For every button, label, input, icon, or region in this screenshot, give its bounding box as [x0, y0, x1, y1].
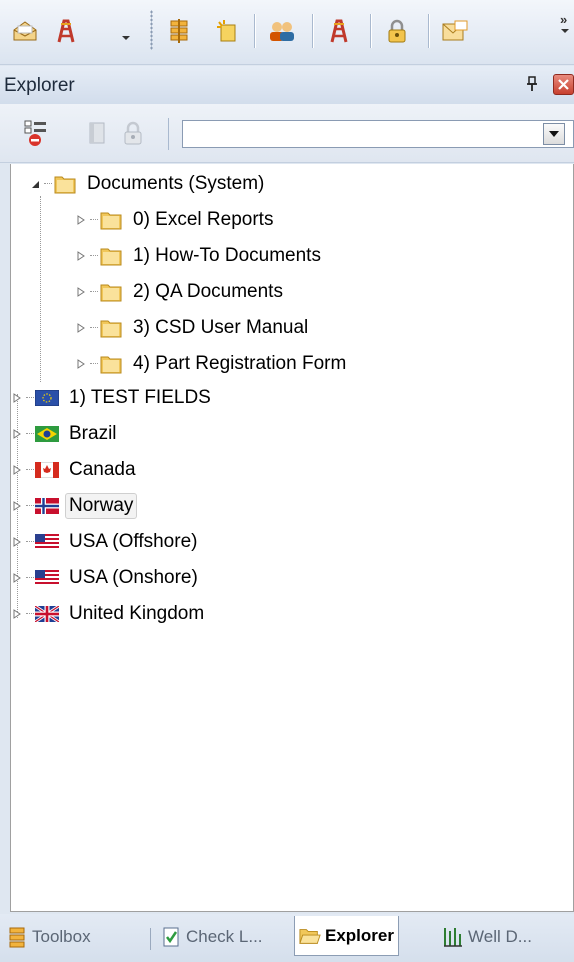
- tab-label: Well D...: [468, 927, 532, 946]
- tab-explorer[interactable]: Explorer: [294, 916, 399, 956]
- tree-label: 1) TEST FIELDS: [69, 387, 211, 408]
- collapsed-triangle-icon[interactable]: [75, 286, 87, 298]
- collapsed-triangle-icon[interactable]: [11, 428, 23, 440]
- envelope-open-icon[interactable]: [8, 14, 42, 48]
- collapsed-triangle-icon[interactable]: [75, 358, 87, 370]
- collapsed-triangle-icon[interactable]: [11, 572, 23, 584]
- pin-icon[interactable]: [524, 76, 540, 92]
- tree-label: 4) Part Registration Form: [133, 353, 347, 374]
- rig-red-icon[interactable]: [46, 14, 86, 48]
- tree-label: Norway: [65, 493, 138, 519]
- tree-node-part-registration-form[interactable]: 4) Part Registration Form: [75, 348, 350, 380]
- tree-node-documents-system[interactable]: Documents (System): [29, 168, 268, 200]
- usa-flag-icon: [35, 532, 59, 552]
- well-icon: [442, 926, 464, 948]
- tree-node-brazil[interactable]: Brazil: [11, 418, 121, 450]
- tab-label: Check L...: [186, 927, 263, 946]
- usa-flag-icon: [35, 568, 59, 588]
- collapsed-triangle-icon[interactable]: [75, 250, 87, 262]
- tree-label: USA (Onshore): [69, 567, 198, 588]
- eu-flag-icon: [35, 388, 59, 408]
- rig-icon[interactable]: [322, 14, 356, 48]
- folder-icon: [99, 354, 123, 374]
- norway-flag-icon: [35, 496, 59, 516]
- tree-label: 3) CSD User Manual: [133, 317, 309, 338]
- tree-label: 1) How-To Documents: [133, 245, 321, 266]
- folder-icon: [99, 246, 123, 266]
- collapsed-triangle-icon[interactable]: [11, 464, 23, 476]
- tree-label: 2) QA Documents: [133, 281, 283, 302]
- explorer-panel-header: Explorer: [0, 66, 574, 105]
- tree-node-united-kingdom[interactable]: United Kingdom: [11, 598, 208, 630]
- explorer-tree[interactable]: Documents (System) 0) Excel Reports 1) H…: [10, 164, 574, 912]
- tab-label: Explorer: [325, 925, 394, 945]
- panel-tab-strip: Toolbox Check L... Explorer Well D...: [0, 914, 574, 962]
- checklist-icon: [160, 926, 182, 948]
- tree-label: 0) Excel Reports: [133, 209, 274, 230]
- tree-node-test-fields[interactable]: 1) TEST FIELDS: [11, 382, 215, 414]
- tree-node-how-to-documents[interactable]: 1) How-To Documents: [75, 240, 325, 272]
- explorer-toolbar: [0, 104, 574, 163]
- tab-well-d[interactable]: Well D...: [442, 920, 532, 954]
- uk-flag-icon: [35, 604, 59, 624]
- filter-combobox[interactable]: [182, 120, 574, 148]
- tree-label: United Kingdom: [69, 603, 205, 624]
- filter-input[interactable]: [185, 123, 539, 147]
- tree-node-canada[interactable]: Canada: [11, 454, 140, 486]
- brazil-flag-icon: [35, 424, 59, 444]
- rig-stack-icon[interactable]: [162, 14, 196, 48]
- collapsed-triangle-icon[interactable]: [11, 392, 23, 404]
- toolbar-grip[interactable]: [150, 10, 153, 50]
- close-icon[interactable]: [553, 74, 574, 95]
- tree-node-usa-offshore[interactable]: USA (Offshore): [11, 526, 201, 558]
- tree-options-icon[interactable]: [22, 118, 52, 148]
- folder-icon: [99, 318, 123, 338]
- collapsed-triangle-icon[interactable]: [75, 322, 87, 334]
- tree-label: Canada: [69, 459, 136, 480]
- lock-icon[interactable]: [118, 118, 148, 148]
- users-icon[interactable]: [262, 14, 302, 48]
- tree-node-usa-onshore[interactable]: USA (Onshore): [11, 562, 202, 594]
- book-icon[interactable]: [82, 118, 112, 148]
- toolbox-icon: [6, 926, 28, 948]
- folder-icon: [99, 210, 123, 230]
- tree-label: Documents (System): [87, 173, 265, 194]
- tree-node-qa-documents[interactable]: 2) QA Documents: [75, 276, 287, 308]
- chevron-down-icon[interactable]: [120, 30, 132, 42]
- new-item-icon[interactable]: [210, 14, 244, 48]
- double-chevron-icon: »: [560, 12, 568, 27]
- folder-icon: [99, 282, 123, 302]
- lock-icon[interactable]: [380, 14, 414, 48]
- tree-node-csd-user-manual[interactable]: 3) CSD User Manual: [75, 312, 312, 344]
- tab-label: Toolbox: [32, 927, 91, 946]
- collapsed-triangle-icon[interactable]: [11, 536, 23, 548]
- collapsed-triangle-icon[interactable]: [11, 500, 23, 512]
- main-toolbar: »: [0, 0, 574, 65]
- tab-toolbox[interactable]: Toolbox: [6, 920, 91, 954]
- chevron-down-icon[interactable]: [543, 123, 565, 145]
- mail-icon[interactable]: [438, 14, 472, 48]
- expanded-triangle-icon[interactable]: [29, 178, 41, 190]
- tree-label: USA (Offshore): [69, 531, 198, 552]
- tab-check-list[interactable]: Check L...: [160, 920, 263, 954]
- tree-node-excel-reports[interactable]: 0) Excel Reports: [75, 204, 277, 236]
- canada-flag-icon: [35, 460, 59, 480]
- panel-title: Explorer: [4, 75, 75, 96]
- collapsed-triangle-icon[interactable]: [11, 608, 23, 620]
- open-folder-icon: [299, 925, 321, 947]
- tree-node-norway[interactable]: Norway: [11, 490, 138, 522]
- folder-icon: [53, 174, 77, 194]
- toolbar-overflow-button[interactable]: »: [560, 12, 570, 36]
- tree-label: Brazil: [69, 423, 117, 444]
- collapsed-triangle-icon[interactable]: [75, 214, 87, 226]
